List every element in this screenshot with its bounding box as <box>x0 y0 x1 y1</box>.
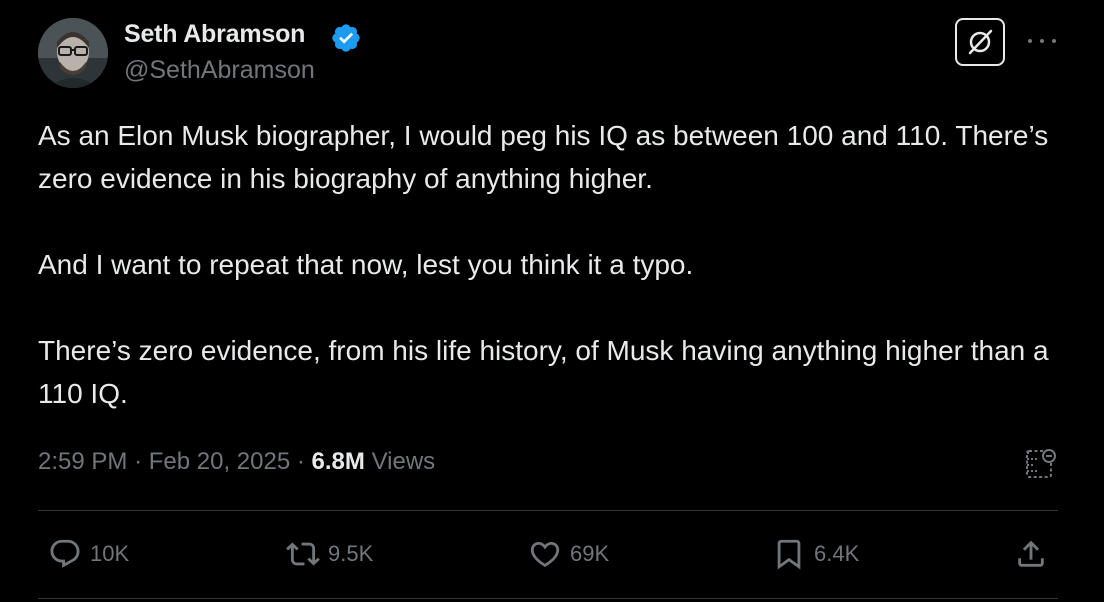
views-label[interactable]: Views <box>372 448 436 475</box>
heart-icon <box>530 541 560 567</box>
verified-badge-icon <box>332 24 360 52</box>
like-button[interactable]: 69K <box>528 537 609 571</box>
tweet-paragraph-3: There’s zero evidence, from his life his… <box>38 335 1049 409</box>
grok-button[interactable] <box>955 18 1005 66</box>
share-icon <box>1018 540 1044 567</box>
avatar-image <box>38 18 108 88</box>
tweet-meta: 2:59 PM · Feb 20, 2025 · 6.8M Views <box>38 448 435 476</box>
bookmark-icon <box>777 539 801 570</box>
share-button[interactable] <box>1014 537 1056 571</box>
avatar[interactable] <box>38 18 108 88</box>
more-dot <box>1040 39 1044 43</box>
tweet-paragraph-2: And I want to repeat that now, lest you … <box>38 249 694 280</box>
repost-button[interactable]: 9.5K <box>286 537 373 571</box>
repost-icon <box>286 542 320 566</box>
reply-count: 10K <box>90 541 130 566</box>
tweet-paragraph-1: As an Elon Musk biographer, I would peg … <box>38 120 1049 194</box>
bookmark-count: 6.4K <box>814 541 860 566</box>
more-dot <box>1028 39 1032 43</box>
repost-count: 9.5K <box>328 541 374 566</box>
author-display-name[interactable]: Seth Abramson <box>124 20 305 49</box>
tweet-time[interactable]: 2:59 PM <box>38 448 127 475</box>
divider-top <box>38 510 1058 511</box>
like-count: 69K <box>570 541 610 566</box>
reply-button[interactable]: 10K <box>48 537 129 571</box>
author-handle[interactable]: @SethAbramson <box>124 56 315 85</box>
tweet-date[interactable]: Feb 20, 2025 <box>149 448 290 475</box>
reply-icon <box>50 539 80 568</box>
bookmark-button[interactable]: 6.4K <box>772 537 859 571</box>
meta-separator: · <box>134 448 143 475</box>
meta-separator: · <box>296 448 305 475</box>
views-count[interactable]: 6.8M <box>312 448 365 475</box>
grok-icon <box>968 29 993 55</box>
translate-icon[interactable] <box>1024 447 1058 481</box>
divider-bottom <box>38 598 1058 599</box>
tweet-text: As an Elon Musk biographer, I would peg … <box>38 114 1078 415</box>
more-dot <box>1052 39 1056 43</box>
more-options-icon[interactable] <box>1028 34 1056 48</box>
